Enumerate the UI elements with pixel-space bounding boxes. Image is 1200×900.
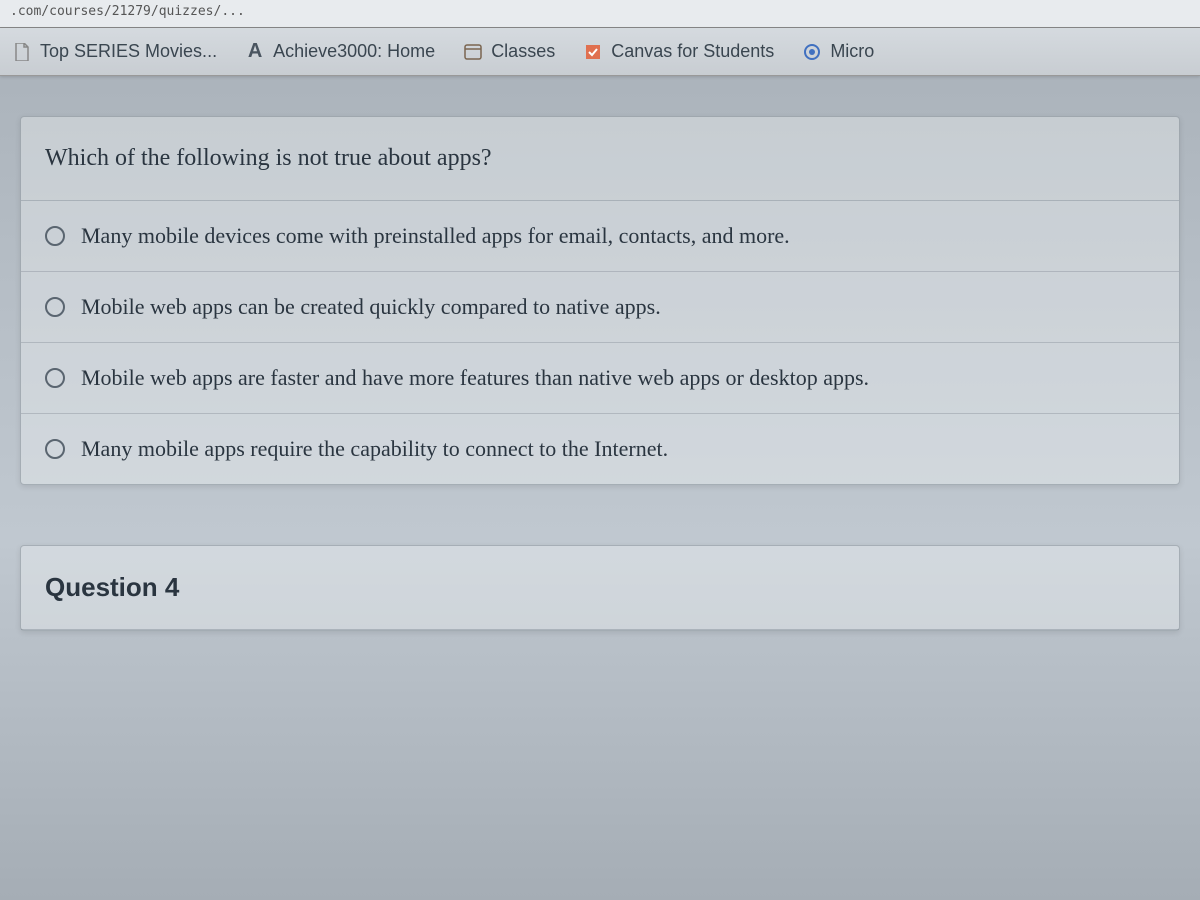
page-icon (12, 42, 32, 62)
bookmark-top-series[interactable]: Top SERIES Movies... (12, 41, 217, 62)
option-text: Many mobile apps require the capability … (81, 436, 668, 462)
radio-icon (45, 368, 65, 388)
quiz-content: Which of the following is not true about… (0, 76, 1200, 651)
option-row[interactable]: Mobile web apps can be created quickly c… (21, 272, 1179, 343)
next-question-header: Question 4 (21, 546, 1179, 630)
option-text: Mobile web apps can be created quickly c… (81, 294, 661, 320)
bookmark-canvas[interactable]: Canvas for Students (583, 41, 774, 62)
classes-icon (463, 42, 483, 62)
radio-icon (45, 439, 65, 459)
next-question-title: Question 4 (45, 572, 1155, 603)
radio-icon (45, 226, 65, 246)
option-row[interactable]: Many mobile devices come with preinstall… (21, 201, 1179, 272)
bookmark-label: Top SERIES Movies... (40, 41, 217, 62)
bookmark-label: Classes (491, 41, 555, 62)
question-header: Which of the following is not true about… (21, 117, 1179, 201)
option-text: Many mobile devices come with preinstall… (81, 223, 790, 249)
question-text: Which of the following is not true about… (45, 145, 1155, 172)
radio-icon (45, 297, 65, 317)
bookmark-micro[interactable]: Micro (802, 41, 874, 62)
bookmark-achieve[interactable]: A Achieve3000: Home (245, 41, 435, 62)
micro-icon (802, 42, 822, 62)
canvas-icon (583, 42, 603, 62)
bookmark-classes[interactable]: Classes (463, 41, 555, 62)
option-text: Mobile web apps are faster and have more… (81, 365, 869, 391)
option-row[interactable]: Many mobile apps require the capability … (21, 414, 1179, 484)
bookmark-label: Achieve3000: Home (273, 41, 435, 62)
question-card: Which of the following is not true about… (20, 116, 1180, 485)
address-bar[interactable]: .com/courses/21279/quizzes/... (0, 0, 1200, 28)
bookmark-label: Canvas for Students (611, 41, 774, 62)
bookmark-label: Micro (830, 41, 874, 62)
bookmarks-bar: Top SERIES Movies... A Achieve3000: Home… (0, 28, 1200, 76)
option-row[interactable]: Mobile web apps are faster and have more… (21, 343, 1179, 414)
options-list: Many mobile devices come with preinstall… (21, 201, 1179, 484)
next-question-card: Question 4 (20, 545, 1180, 631)
a-icon: A (245, 42, 265, 62)
url-text: .com/courses/21279/quizzes/... (10, 4, 245, 19)
